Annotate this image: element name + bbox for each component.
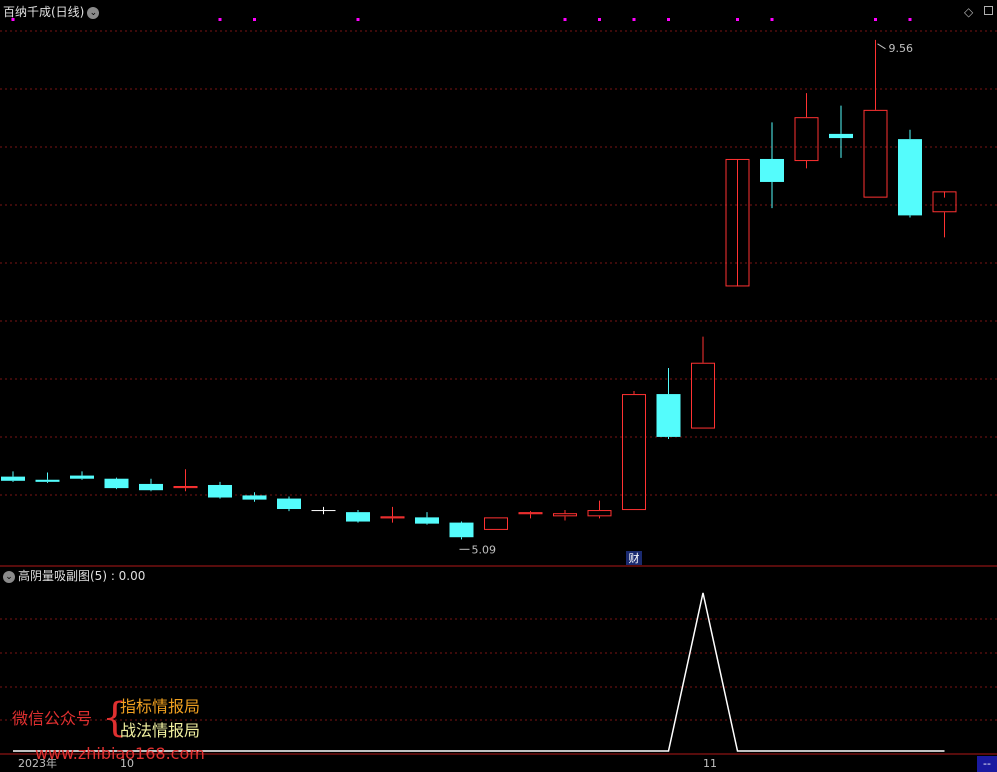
- chart-title: 百纳千成(日线) ⌄: [3, 5, 100, 19]
- signal-dot: [736, 18, 739, 21]
- candle: [70, 471, 94, 480]
- signal-dot: [563, 18, 567, 21]
- candle-body: [208, 484, 232, 498]
- candle: [725, 158, 750, 287]
- signal-dot: [770, 18, 774, 21]
- candle-body: [449, 522, 474, 538]
- candle-body: [277, 498, 301, 510]
- candle-body: [587, 510, 612, 517]
- annotation-leader: [877, 43, 886, 50]
- signal-dots: [11, 18, 912, 21]
- diamond-icon[interactable]: ◇: [964, 5, 973, 19]
- candle-body: [35, 479, 60, 482]
- candle-body: [242, 495, 267, 500]
- candle: [898, 129, 922, 218]
- candle-body: [415, 517, 439, 524]
- candle-body: [518, 512, 543, 515]
- signal-dot: [874, 18, 877, 21]
- indicator-title: ⌄ 高阴量吸副图(5) : 0.00: [3, 569, 145, 583]
- candle-body: [898, 139, 922, 216]
- chevron-down-icon[interactable]: ⌄: [3, 570, 15, 583]
- signal-dot: [356, 18, 360, 21]
- candle: [346, 510, 370, 523]
- candle: [622, 390, 646, 511]
- candle-body: [760, 158, 784, 182]
- signal-dot: [667, 18, 670, 21]
- candle-body: [691, 362, 715, 429]
- high-price-label: 9.56: [889, 42, 914, 55]
- candle: [277, 496, 301, 512]
- candle: [484, 517, 508, 530]
- chart-title-text: 百纳千成(日线): [3, 5, 85, 19]
- candle: [242, 492, 267, 502]
- candle: [691, 336, 715, 429]
- x-axis-month-label: 11: [703, 757, 717, 770]
- signal-dot: [632, 18, 636, 21]
- candle: [449, 521, 474, 540]
- chart-canvas: 9.56 5.09 财: [0, 18, 997, 755]
- signal-dot: [598, 18, 601, 21]
- square-icon[interactable]: [984, 6, 993, 15]
- finance-marker: 财: [629, 551, 640, 565]
- candle-body: [311, 510, 336, 512]
- candle: [35, 472, 60, 483]
- candle: [760, 122, 784, 209]
- candle-body: [346, 512, 370, 522]
- candle: [311, 506, 336, 515]
- indicator-title-text: 高阴量吸副图(5) : 0.00: [18, 569, 146, 583]
- candle: [208, 481, 232, 499]
- candle-body: [173, 486, 198, 489]
- candle-body: [104, 478, 129, 489]
- candle-body: [829, 133, 853, 139]
- signal-dot: [253, 18, 256, 21]
- candle-body: [70, 475, 94, 479]
- candle: [932, 191, 957, 238]
- price-annotations: 9.56 5.09 财: [459, 42, 914, 565]
- candle-body: [139, 483, 163, 491]
- watermark-line-1: 指标情报局: [120, 697, 201, 716]
- candle: [415, 512, 439, 525]
- candle: [1, 471, 25, 482]
- candle: [139, 478, 163, 492]
- low-price-label: 5.09: [472, 543, 497, 556]
- watermark-line-2: 战法情报局: [120, 721, 201, 740]
- candle-body: [1, 476, 25, 481]
- candle: [587, 500, 612, 519]
- candle-body: [553, 513, 577, 517]
- candle-body: [656, 394, 681, 437]
- candle: [518, 511, 543, 519]
- candle: [553, 510, 577, 521]
- signal-dot: [908, 18, 912, 21]
- candle: [794, 93, 819, 169]
- candle: [173, 469, 198, 492]
- chevron-down-icon[interactable]: ⌄: [87, 6, 100, 19]
- candle-body: [794, 117, 819, 162]
- candle-body: [484, 517, 508, 530]
- candle: [104, 477, 129, 490]
- candle: [380, 506, 405, 523]
- candle-body: [380, 516, 405, 519]
- candle: [863, 39, 888, 198]
- candle-body: [622, 394, 646, 511]
- candle: [829, 105, 853, 158]
- candlestick-series: [1, 39, 957, 540]
- watermark-account-label: 微信公众号: [12, 709, 93, 728]
- x-axis-month-label: 10: [120, 757, 134, 770]
- x-axis-year-label: 2023年: [18, 757, 57, 770]
- grid-lines: [0, 30, 997, 755]
- signal-dot: [218, 18, 222, 21]
- scroll-end-button[interactable]: --: [977, 756, 997, 772]
- candle-body: [863, 109, 888, 198]
